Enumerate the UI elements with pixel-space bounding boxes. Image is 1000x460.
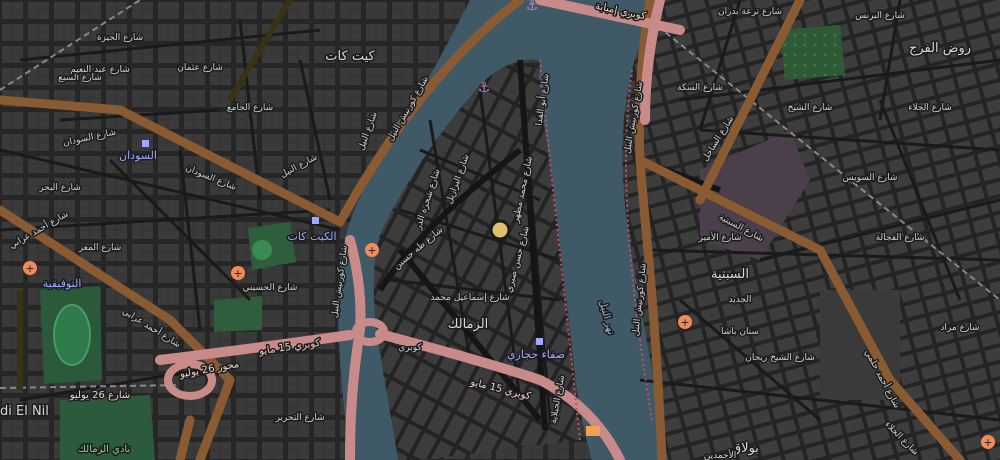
road-label: شارع 26 يوليو: [69, 390, 131, 401]
anchor-icon[interactable]: ⚓: [478, 80, 491, 96]
road-label: شارع البحر: [38, 183, 81, 193]
road-label: كوبري: [398, 343, 422, 353]
hospital-icon[interactable]: +: [23, 261, 37, 275]
road-label: شارع إسماعيل محمد: [430, 293, 509, 303]
hospital-icon[interactable]: +: [365, 243, 379, 257]
place-label: سنان باشا: [721, 327, 759, 337]
road-label: شارع التحرير: [274, 413, 324, 423]
hospital-icon[interactable]: +: [231, 266, 245, 280]
svg-text:+: +: [983, 436, 992, 449]
road-label: شارع السكة: [677, 83, 723, 93]
road-label: شارع الجلاء: [908, 103, 952, 113]
place-label: التوفيقية: [43, 277, 82, 290]
place-label: الجديد: [728, 295, 751, 305]
svg-text:⚓: ⚓: [526, 0, 539, 14]
road-label: شارع الحسيني: [243, 283, 298, 293]
hospital-icon[interactable]: +: [678, 315, 692, 329]
park-green-2: [214, 296, 262, 332]
road-label: شارع الشيخ: [788, 103, 833, 113]
road-label: شارع المعز: [78, 243, 122, 253]
road-label: شارع عثمان: [177, 63, 223, 73]
museum-icon[interactable]: [586, 426, 600, 436]
road-label: شارع البرنس: [855, 11, 905, 21]
sports-pitch: [252, 240, 272, 260]
svg-text:⚓: ⚓: [478, 80, 491, 96]
road-label: شارع ترعة بدران: [718, 7, 782, 17]
place-label: السبتية: [711, 267, 749, 282]
hospital-icon[interactable]: +: [981, 435, 995, 449]
road-label: شارع الأمير: [698, 231, 742, 243]
road-label: شارع الجامع: [227, 103, 273, 113]
place-label: السودان: [119, 149, 157, 162]
place-label: نادي الزمالك: [78, 444, 131, 455]
poi-square: [142, 140, 149, 147]
svg-text:+: +: [367, 244, 376, 257]
road-label: شارع الشيخ ريحان: [745, 353, 815, 363]
road-label: شارع عبد النعيم: [70, 65, 130, 75]
monument-marker[interactable]: [489, 219, 511, 241]
poi-square: [312, 217, 319, 224]
poi-square: [536, 338, 543, 345]
road-label: شارع مراد: [940, 323, 979, 333]
road-label: شارع الجيزة: [97, 33, 143, 43]
park-rod-el-farag: [780, 25, 845, 80]
svg-text:+: +: [25, 262, 34, 275]
svg-text:+: +: [680, 316, 689, 329]
place-label: الزمالك: [448, 317, 489, 332]
road-label: شارع السويس: [843, 173, 898, 183]
place-label: روض الفرج: [909, 41, 971, 56]
place-label: كيت كات: [325, 49, 375, 64]
anchor-icon[interactable]: ⚓: [526, 0, 539, 14]
place-label: الأحمدين: [704, 449, 736, 460]
place-label: صفاء حجازي: [507, 348, 565, 361]
place-label: di El Nil: [0, 404, 49, 419]
road-label: شارع الفجالة: [876, 233, 925, 243]
place-label: الكيت كات: [287, 230, 336, 243]
svg-text:+: +: [233, 267, 242, 280]
stadium-track: [53, 304, 91, 366]
map-canvas[interactable]: + + + + + ⚓ ⚓ كيت كات الكيت كات السودان …: [0, 0, 1000, 460]
